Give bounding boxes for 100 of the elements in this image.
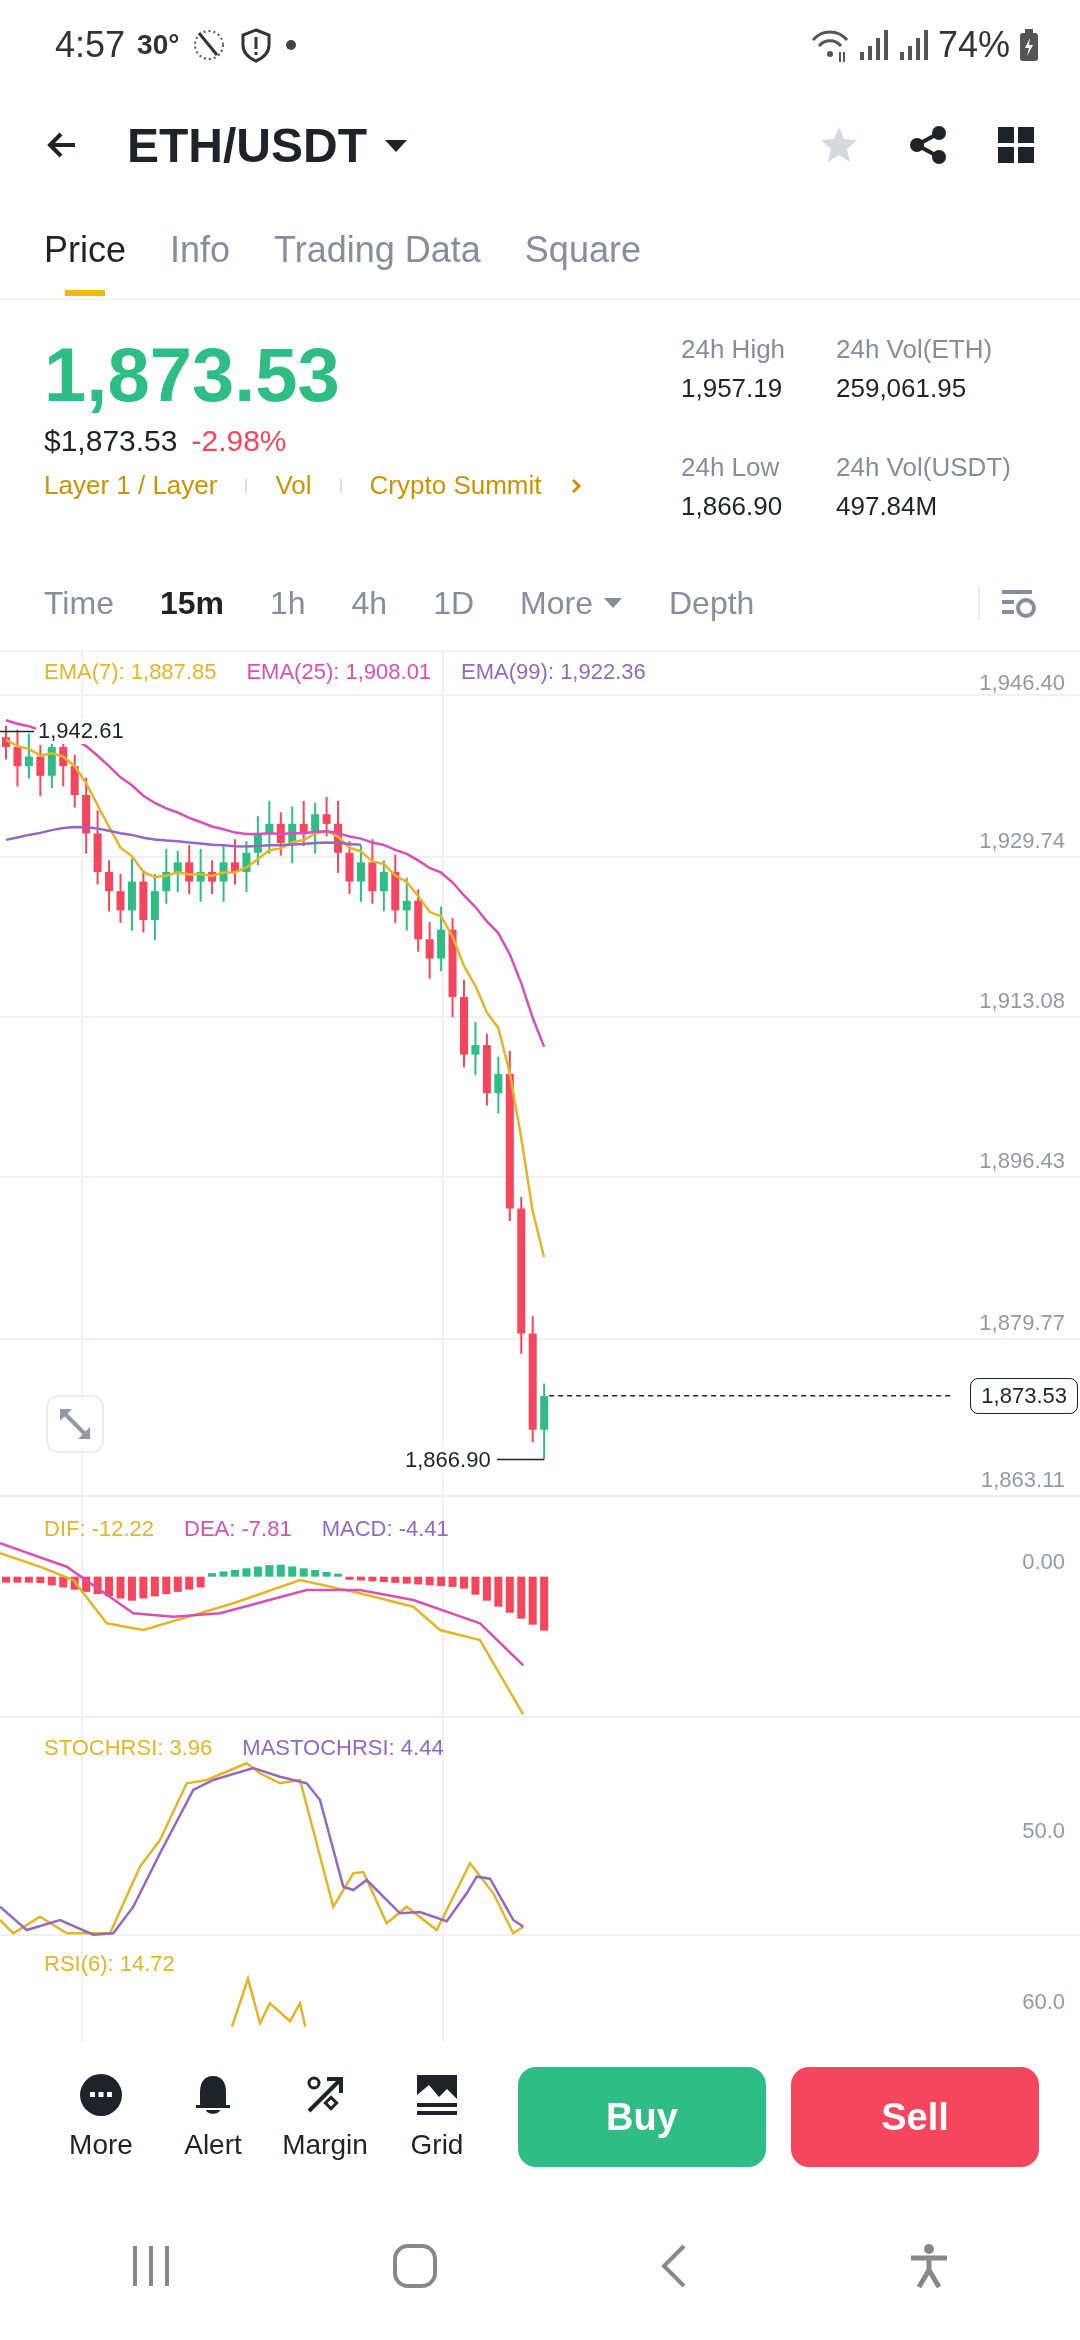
tab[interactable]: Price [44,200,127,300]
histogram-bar [356,1576,365,1581]
caret-icon[interactable] [602,596,623,610]
tab[interactable]: Trading Data [274,200,481,300]
toolbar-button[interactable]: Grid [381,2073,493,2161]
more-icon [79,2073,123,2117]
star-icon[interactable] [819,125,859,165]
timeframe-tab[interactable]: 4h [351,584,388,622]
candlestick [391,853,400,924]
current-price-tag: 1,873.53 [970,1377,1078,1414]
histogram-bar [162,1576,171,1595]
back-nav-icon[interactable] [659,2244,688,2288]
timeframe-tab[interactable]: Time [44,584,114,622]
shield-icon [239,27,274,63]
tag-link[interactable]: Crypto Summit [369,470,542,501]
candlestick [253,815,262,867]
candlestick [437,905,446,972]
candlestick [345,840,354,896]
candlestick [299,799,308,847]
tab-underline [65,290,105,296]
notification-dot-icon [285,39,298,51]
histogram-bar [517,1576,526,1619]
histogram-bar [368,1576,377,1582]
signal-icon [897,28,930,62]
timeframe-tab[interactable]: More [520,584,623,622]
candlestick [402,876,411,932]
indicator-label: MASTOCHRSI: 4.44 [242,1735,444,1761]
pair-title[interactable]: ETH/USDT [127,117,367,173]
candlestick [173,849,182,894]
candlestick [471,1021,480,1076]
histogram-bar [471,1576,480,1595]
axis-label: 60.0 [1022,1989,1065,2015]
histogram-bar [448,1576,457,1587]
tab[interactable]: Square [524,200,641,300]
stat-value: 1,957.19 [681,373,784,404]
histogram-bar [494,1576,503,1607]
candlestick [265,799,274,855]
histogram-bar [311,1570,320,1577]
timeframe-tab[interactable]: 1h [269,584,306,622]
grid-chart-icon [415,2073,459,2117]
last-price: 1,873.53 [44,331,341,419]
candlestick [379,859,388,913]
indicator-label: DIF: -12.22 [44,1516,155,1542]
home-icon[interactable] [392,2243,439,2289]
histogram-bar [105,1576,114,1597]
stat-value: 1,866.90 [681,490,784,522]
candlestick [208,859,217,896]
candlestick [105,859,114,913]
histogram-bar [425,1576,434,1586]
buy-button[interactable]: Buy [518,2067,766,2167]
histogram-bar [82,1576,91,1592]
status-time: 4:57 [55,24,126,66]
chevron-icon[interactable] [569,477,582,494]
histogram-bar [47,1576,56,1586]
histogram-bar [402,1576,411,1584]
stat-value: 259,061.95 [836,373,968,404]
share-icon[interactable] [909,125,947,165]
histogram-bar [173,1576,182,1592]
indicator-label: DEA: -7.81 [184,1516,292,1542]
indicator-label: MACD: -4.41 [321,1516,449,1542]
histogram-bar [24,1576,33,1583]
histogram-bar [414,1576,423,1585]
histogram-bar [540,1576,549,1631]
low-price-marker: 1,866.90 [403,1446,493,1473]
stat-label: 24h High [681,334,787,365]
tag-link[interactable]: Vol [275,470,312,501]
histogram-bar [36,1576,45,1584]
stat-label: 24h Low [681,451,781,483]
indicator-label: STOCHRSI: 3.96 [44,1735,213,1761]
tab[interactable]: Info [170,200,231,300]
histogram-bar [505,1576,514,1613]
expand-button[interactable] [46,1395,104,1453]
grid-menu-icon[interactable] [997,126,1035,164]
timeframe-tab[interactable]: 15m [159,584,224,622]
indicator-label: EMA(99): 1,922.36 [461,659,646,685]
temperature: 30° [137,29,180,61]
leader-line [0,730,35,733]
timeframe-tab[interactable]: 1D [433,584,475,622]
histogram-bar [13,1576,22,1583]
candlestick [425,920,434,980]
histogram-bar [265,1565,274,1577]
histogram-bar [93,1576,102,1595]
stat-label: 24h Vol(USDT) [836,451,1012,483]
histogram-bar [70,1576,79,1590]
histogram-bar [334,1573,343,1577]
histogram-bar [196,1576,205,1588]
candlestick [276,811,285,857]
histogram-bar [127,1576,136,1601]
recent-apps-icon[interactable] [130,2244,171,2288]
timeframe-tab[interactable]: Depth [668,584,755,622]
tag-link[interactable]: Layer 1 / Layer [44,470,218,501]
sell-button[interactable]: Sell [791,2067,1039,2167]
axis-label: 1,896.43 [979,1148,1065,1174]
toolbar-button[interactable]: More [45,2073,157,2161]
histogram-bar [276,1564,285,1577]
toolbar-button[interactable]: Margin [269,2073,381,2161]
toolbar-button[interactable]: Alert [157,2073,269,2161]
candlestick [196,847,205,903]
usd-price: $1,873.53 [44,424,178,458]
accessibility-icon[interactable] [909,2243,950,2289]
